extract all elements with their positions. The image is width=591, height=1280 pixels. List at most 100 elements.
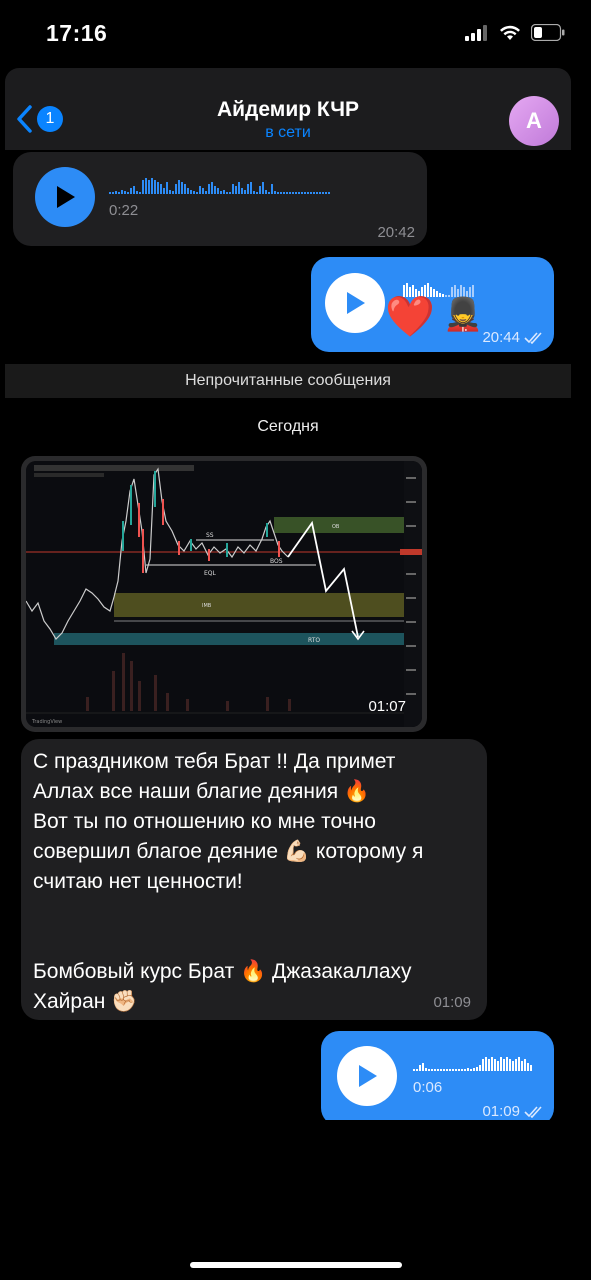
message-time: 20:44: [482, 329, 544, 346]
guard-emoji: 💂: [443, 295, 483, 333]
waveform-bar: [193, 191, 195, 194]
message-line: Аллах все наши благие деяния 🔥: [33, 780, 371, 803]
waveform-bar: [298, 192, 300, 194]
text-message: С праздником тебя Брат !! Да примет Аллах…: [21, 739, 487, 1020]
waveform-bar: [139, 192, 141, 194]
chat-area-top: 0:22 20:42 ❤️ 💂 20:44: [5, 150, 571, 364]
message-text[interactable]: С праздником тебя Брат !! Да примет Аллах…: [33, 747, 479, 1017]
chart-label-ss: SS: [206, 532, 214, 539]
waveform-bar: [115, 191, 117, 194]
avatar[interactable]: A: [509, 96, 559, 146]
waveform-bar: [503, 1059, 505, 1071]
status-time: 17:16: [46, 20, 108, 46]
waveform-bar: [172, 191, 174, 194]
chat-status: в сети: [265, 124, 311, 141]
waveform-bar: [482, 1059, 484, 1071]
waveform-bar: [238, 182, 240, 194]
waveform-bar: [461, 1069, 463, 1071]
play-button[interactable]: [35, 167, 95, 227]
voice-message-incoming: 0:22 20:42: [13, 152, 427, 246]
waveform-bar: [512, 1061, 514, 1071]
waveform-bar: [130, 188, 132, 194]
waveform-bar: [283, 192, 285, 194]
waveform-bar: [458, 1069, 460, 1071]
waveform-bar: [208, 184, 210, 194]
waveform-bar: [316, 192, 318, 194]
status-bar: 17:16: [0, 0, 591, 70]
heart-emoji: ❤️: [385, 294, 435, 340]
waveform-bar: [127, 192, 129, 194]
waveform-bar: [199, 186, 201, 194]
waveform-bar: [205, 191, 207, 194]
waveform-bar: [148, 180, 150, 194]
play-icon: [359, 1065, 377, 1087]
chart-brand: TradingView: [31, 719, 62, 725]
waveform-bar: [157, 182, 159, 194]
waveform-bar: [142, 180, 144, 194]
waveform-bar: [470, 1069, 472, 1071]
chart-label-rto: RTO: [308, 637, 320, 644]
waveform-bar: [301, 192, 303, 194]
message-time: 01:07: [368, 698, 406, 715]
signal-icon: [465, 24, 487, 41]
waveform-bar: [244, 190, 246, 194]
waveform-bar: [160, 184, 162, 194]
message-line: Хайран ✊🏻: [33, 990, 138, 1013]
message-line: [33, 897, 479, 927]
message-line: С праздником тебя Брат !! Да примет: [33, 750, 396, 773]
waveform-bar: [202, 188, 204, 194]
waveform-bar: [256, 192, 258, 194]
voice-message-outgoing: 0:06 01:09: [321, 1031, 554, 1120]
double-check-icon: [524, 331, 542, 344]
waveform-bar: [443, 1069, 445, 1071]
waveform-bar: [500, 1057, 502, 1071]
waveform-bar: [121, 190, 123, 194]
date-separator: Сегодня: [257, 418, 319, 435]
waveform-bar: [488, 1059, 490, 1071]
chart-label-bos: BOS: [270, 558, 283, 565]
waveform-bar: [220, 191, 222, 194]
message-time-text: 20:44: [482, 329, 520, 346]
image-message[interactable]: SS EQL BOS OB IMB RTO TradingView 01:07: [21, 456, 427, 732]
waveform-bar: [434, 1069, 436, 1071]
waveform-bar: [184, 184, 186, 194]
home-indicator: [190, 1262, 402, 1268]
waveform-bar: [289, 192, 291, 194]
trading-chart-image[interactable]: SS EQL BOS OB IMB RTO TradingView 01:07: [26, 461, 422, 727]
waveform-bar: [491, 1057, 493, 1071]
chat-title[interactable]: Айдемир КЧР: [5, 98, 571, 122]
play-button[interactable]: [325, 273, 385, 333]
chat-header: 1 Айдемир КЧР в сети A: [5, 68, 571, 150]
waveform-bar: [223, 190, 225, 194]
waveform-bar: [419, 1065, 421, 1071]
waveform-bar: [151, 178, 153, 194]
voice-waveform[interactable]: [109, 174, 330, 194]
message-line: Бомбовый курс Брат 🔥 Джазакаллаху: [33, 960, 412, 983]
waveform-bar: [109, 192, 111, 194]
voice-waveform[interactable]: [413, 1053, 532, 1071]
waveform-bar: [166, 182, 168, 194]
waveform-bar: [497, 1061, 499, 1071]
chart-label-imb: IMB: [202, 603, 212, 609]
waveform-bar: [268, 192, 270, 194]
waveform-bar: [437, 1069, 439, 1071]
waveform-bar: [485, 1057, 487, 1071]
waveform-bar: [133, 186, 135, 194]
waveform-bar: [253, 191, 255, 194]
play-button[interactable]: [337, 1046, 397, 1106]
waveform-bar: [479, 1065, 481, 1071]
waveform-bar: [217, 188, 219, 194]
waveform-bar: [416, 1069, 418, 1071]
waveform-bar: [214, 186, 216, 194]
voice-duration: 0:06: [413, 1079, 443, 1096]
waveform-bar: [235, 186, 237, 194]
waveform-bar: [524, 1059, 526, 1071]
waveform-bar: [467, 1068, 469, 1071]
message-line: считаю нет ценности!: [33, 870, 243, 893]
imb-zone: [114, 593, 404, 617]
waveform-bar: [307, 192, 309, 194]
waveform-bar: [319, 192, 321, 194]
play-icon: [347, 292, 365, 314]
waveform-bar: [439, 293, 441, 297]
play-icon: [57, 186, 75, 208]
